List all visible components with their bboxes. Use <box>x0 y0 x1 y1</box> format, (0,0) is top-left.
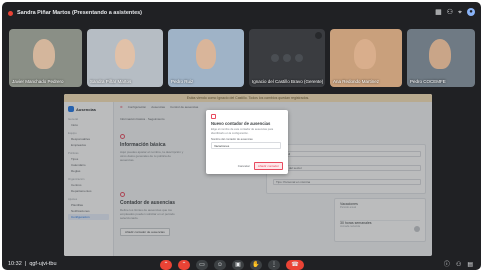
call-controls: ⌃ ⌃ ▭ ☺ ▣ ✋ ⋮ ☎ <box>160 260 304 270</box>
participant-video <box>115 39 135 69</box>
pin-icon[interactable]: ⌖ <box>458 9 462 16</box>
dialog-actions: Cancelar Añadir contador <box>238 162 283 170</box>
shared-screen: Estás viendo como Ignacio del Castillo. … <box>64 94 432 256</box>
time-label: 10:32 <box>8 261 22 267</box>
participant-tile[interactable]: Pedro COCEMFE <box>407 29 475 87</box>
present-button[interactable]: ▣ <box>232 260 244 270</box>
top-right-controls: ▦ ⚇ ⌖ ● <box>435 8 475 16</box>
meeting-title: Sandra Piñar Martos (Presentando a asist… <box>17 10 143 16</box>
participant-video <box>33 39 55 69</box>
participant-tile[interactable]: Ignacio del Castillo Bravo (Gerente) <box>249 29 325 87</box>
cancel-button[interactable]: Cancelar <box>238 164 250 168</box>
speaking-indicator-icon <box>271 54 303 62</box>
participant-tile[interactable]: Sandra Piñar Martos <box>87 29 163 87</box>
meeting-code: qgf-ujvi-tbu <box>29 261 57 267</box>
add-counter-confirm-button[interactable]: Añadir contador <box>253 162 283 170</box>
counter-name-label: Nombre del contador de ausencias <box>211 138 253 141</box>
user-avatar[interactable]: ● <box>467 8 475 16</box>
dialog-description: Elige el nombre de este contador de ause… <box>211 128 274 135</box>
presenting-indicator-icon <box>8 10 13 16</box>
info-icon[interactable]: ⓘ <box>444 261 450 269</box>
meeting-controls-bar: 10:32 | qgf-ujvi-tbu ⌃ ⌃ ▭ ☺ ▣ ✋ ⋮ ☎ ⓘ ⚇… <box>2 260 481 270</box>
participant-video <box>354 39 376 69</box>
participant-video <box>429 39 451 69</box>
raise-hand-button[interactable]: ✋ <box>250 260 262 270</box>
side-panel-controls: ⓘ ⚇ ▤ <box>444 261 473 269</box>
title-bar: Sandra Piñar Martos (Presentando a asist… <box>2 2 481 24</box>
leave-call-button[interactable]: ☎ <box>286 260 304 270</box>
counter-name-input[interactable]: Vacaciones <box>211 142 281 149</box>
participant-name: Pedro Ruiz <box>171 79 194 84</box>
mic-off-icon <box>315 32 322 39</box>
participant-video <box>196 39 216 69</box>
more-options-button[interactable]: ⋮ <box>268 260 280 270</box>
new-counter-dialog: Nuevo contador de ausencias Elige el nom… <box>206 110 288 174</box>
chat-icon[interactable]: ▤ <box>467 261 473 269</box>
camera-off-button[interactable]: ⌃ <box>178 260 190 270</box>
mic-off-button[interactable]: ⌃ <box>160 260 172 270</box>
captions-button[interactable]: ▭ <box>196 260 208 270</box>
participant-name: Sandra Piñar Martos <box>90 79 132 84</box>
dialog-icon <box>211 114 216 119</box>
participant-tile[interactable]: Pedro Ruiz <box>168 29 244 87</box>
participant-name: Ana Redondo Martinez <box>333 79 380 84</box>
participant-tile[interactable]: Ana Redondo Martinez <box>330 29 402 87</box>
participant-strip: Javier Manchado Pedrero Sandra Piñar Mar… <box>9 29 475 87</box>
participants-icon[interactable]: ▦ <box>435 9 442 16</box>
participant-name: Ignacio del Castillo Bravo (Gerente) <box>252 79 324 84</box>
people-icon[interactable]: ⚇ <box>456 261 461 269</box>
participant-tile[interactable]: Javier Manchado Pedrero <box>9 29 82 87</box>
dialog-title: Nuevo contador de ausencias <box>211 121 271 126</box>
meeting-clock: 10:32 | qgf-ujvi-tbu <box>8 261 57 267</box>
participant-name: Javier Manchado Pedrero <box>12 79 64 84</box>
emoji-button[interactable]: ☺ <box>214 260 226 270</box>
meet-window: Sandra Piñar Martos (Presentando a asist… <box>2 2 481 270</box>
people-icon[interactable]: ⚇ <box>447 9 453 16</box>
participant-name: Pedro COCEMFE <box>410 79 446 84</box>
